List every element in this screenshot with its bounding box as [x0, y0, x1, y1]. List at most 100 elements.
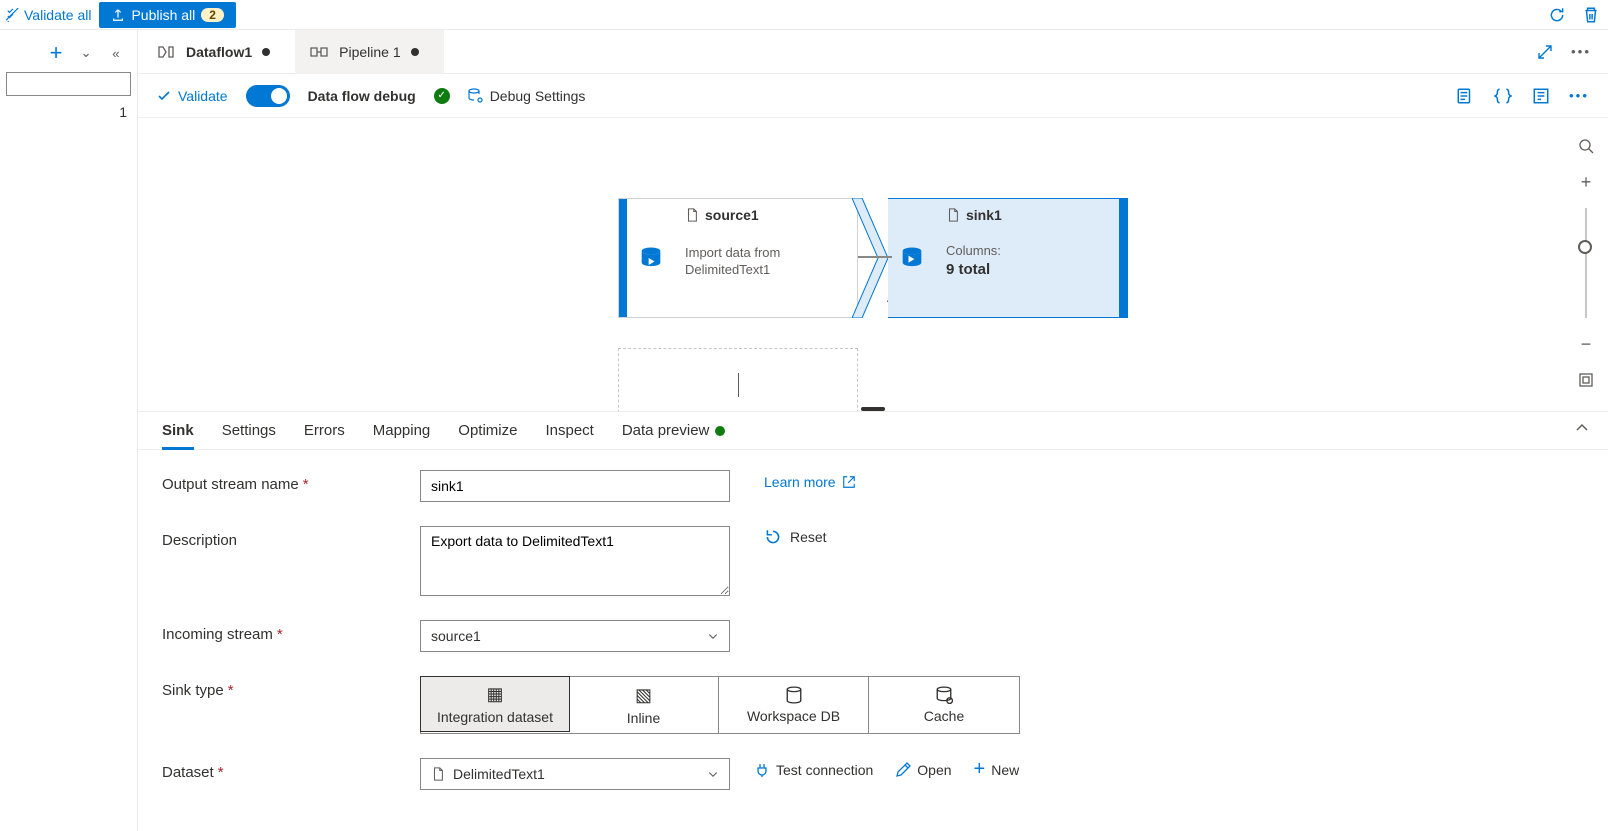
test-connection-button[interactable]: Test connection [754, 762, 873, 778]
panel-tab-sink[interactable]: Sink [162, 422, 194, 449]
publish-all-button[interactable]: Publish all 2 [99, 2, 236, 28]
panel-tab-inspect[interactable]: Inspect [545, 422, 593, 449]
ellipsis-icon: ••• [1569, 88, 1589, 103]
sink-name: sink1 [966, 207, 1002, 223]
sink-cols-label: Columns: [946, 243, 1001, 258]
label-sink-type: Sink type* [162, 676, 420, 699]
chevron-down-icon [707, 768, 719, 780]
publish-count-badge: 2 [201, 8, 224, 22]
incoming-stream-select[interactable]: source1 [420, 620, 730, 652]
trash-icon [1582, 6, 1600, 24]
plus-icon: + [1581, 172, 1592, 193]
source-desc: Import data from DelimitedText1 [685, 245, 847, 279]
reset-icon [764, 528, 782, 546]
panel-collapse-button[interactable] [1574, 420, 1590, 436]
zoom-slider[interactable] [1585, 208, 1587, 318]
cursor-indicator [738, 373, 739, 397]
json-button[interactable] [1530, 85, 1552, 107]
expand-button[interactable]: ⌄ [75, 42, 97, 64]
description-textarea[interactable] [420, 526, 730, 596]
debug-toggle[interactable] [246, 85, 290, 107]
pipeline-icon [309, 44, 329, 60]
validate-label: Validate [178, 88, 228, 104]
label-output-stream: Output stream name* [162, 470, 420, 493]
open-dataset-button[interactable]: Open [895, 762, 951, 778]
checklist-icon [6, 8, 20, 22]
inline-icon: ▧ [635, 685, 652, 706]
validate-all-button[interactable]: Validate all [6, 7, 91, 23]
ellipsis-icon: ••• [1571, 44, 1591, 59]
preview-ready-icon [715, 426, 725, 436]
expand-canvas-button[interactable] [1534, 41, 1556, 63]
data-icon [1532, 87, 1550, 105]
label-dataset: Dataset* [162, 758, 420, 781]
file-icon [685, 208, 699, 222]
zoom-thumb[interactable] [1578, 240, 1592, 254]
sidebar-filter-input[interactable] [6, 72, 131, 96]
dataflow-canvas[interactable]: source1 Import data from DelimitedText1 … [138, 118, 1608, 411]
learn-more-link[interactable]: Learn more [764, 470, 856, 490]
minus-icon: − [1581, 334, 1592, 355]
fit-icon [1578, 372, 1594, 388]
search-canvas-button[interactable] [1572, 132, 1600, 160]
panel-tab-settings[interactable]: Settings [222, 422, 276, 449]
plug-icon [754, 762, 770, 778]
collapse-button[interactable]: « [105, 42, 127, 64]
plus-icon: + [50, 42, 63, 64]
delete-button[interactable] [1580, 4, 1602, 26]
validate-all-label: Validate all [24, 7, 91, 23]
plus-icon: + [974, 758, 986, 781]
reset-button[interactable]: Reset [764, 526, 827, 546]
sink-type-workspace[interactable]: Workspace DB [719, 677, 869, 733]
table-icon: ▦ [486, 684, 503, 705]
chevron-up-icon [1574, 420, 1590, 436]
sink-type-group: ▦ Integration dataset ▧ Inline Workspace… [420, 676, 1020, 734]
editor-tabs: Dataflow1 Pipeline 1 ••• [138, 30, 1608, 74]
dataset-select[interactable]: DelimitedText1 [420, 758, 730, 790]
panel-tab-optimize[interactable]: Optimize [458, 422, 517, 449]
refresh-button[interactable] [1546, 4, 1568, 26]
source-node[interactable]: source1 Import data from DelimitedText1 [618, 198, 858, 318]
more-button[interactable]: ••• [1570, 41, 1592, 63]
output-stream-input[interactable] [420, 470, 730, 502]
connector-line [858, 256, 892, 258]
add-resource-button[interactable]: + [45, 42, 67, 64]
panel-tab-errors[interactable]: Errors [304, 422, 345, 449]
sink-chevron-shape [852, 198, 888, 318]
drop-zone[interactable] [618, 348, 858, 411]
zoom-in-button[interactable]: + [1572, 168, 1600, 196]
tab-dataflow1[interactable]: Dataflow1 [142, 30, 295, 74]
external-link-icon [842, 475, 856, 489]
panel-tab-datapreview[interactable]: Data preview [622, 422, 726, 449]
debug-label: Data flow debug [308, 88, 416, 104]
code-button[interactable] [1492, 85, 1514, 107]
tab-label: Pipeline 1 [339, 44, 401, 60]
panel-resize-handle[interactable] [861, 407, 885, 411]
braces-icon [1494, 87, 1512, 105]
sink-type-integration[interactable]: ▦ Integration dataset [420, 676, 570, 732]
panel-tab-mapping[interactable]: Mapping [373, 422, 431, 449]
upload-icon [111, 8, 125, 22]
sink-type-cache[interactable]: Cache [869, 677, 1019, 733]
file-icon [431, 767, 445, 781]
panel-tabs: Sink Settings Errors Mapping Optimize In… [138, 412, 1608, 450]
fit-button[interactable] [1572, 366, 1600, 394]
new-dataset-button[interactable]: + New [974, 758, 1020, 781]
check-icon [156, 88, 172, 104]
script-button[interactable] [1454, 85, 1476, 107]
label-incoming: Incoming stream* [162, 620, 420, 643]
sink-type-inline[interactable]: ▧ Inline [569, 677, 719, 733]
chevron-down-icon [707, 630, 719, 642]
validate-button[interactable]: Validate [156, 88, 228, 104]
tab-pipeline1[interactable]: Pipeline 1 [295, 30, 444, 74]
debug-settings-button[interactable]: Debug Settings [468, 88, 586, 104]
sink-node[interactable]: sink1 Columns: 9 total [888, 198, 1128, 318]
node-accent [1119, 199, 1127, 317]
database-icon [785, 686, 803, 704]
toolbar-more-button[interactable]: ••• [1568, 85, 1590, 107]
database-gear-icon [468, 88, 484, 104]
node-accent [619, 199, 627, 317]
zoom-out-button[interactable]: − [1572, 330, 1600, 358]
search-icon [1578, 138, 1594, 154]
sink-cols-value: 9 total [946, 261, 990, 278]
